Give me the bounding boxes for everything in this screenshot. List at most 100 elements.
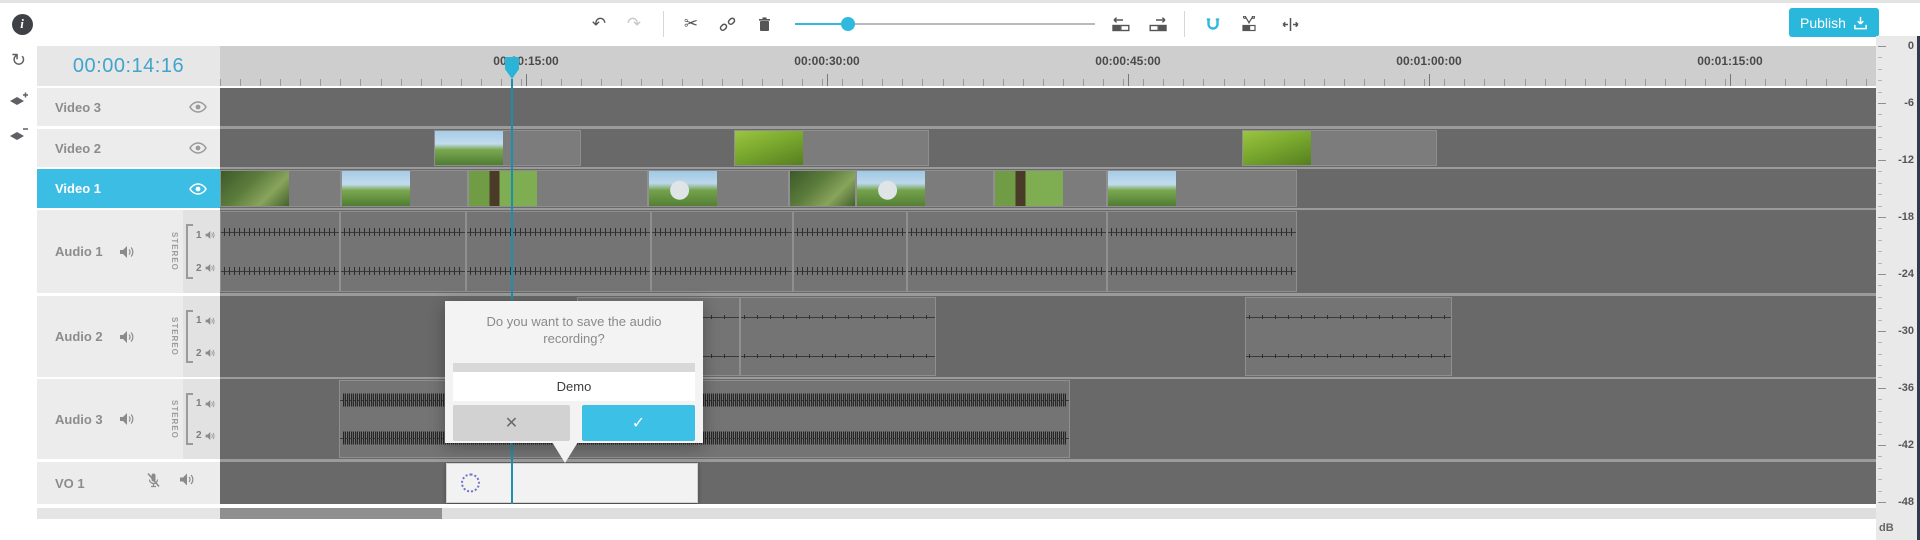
clip-thumbnail (469, 171, 537, 206)
toolbar-divider (1184, 11, 1185, 37)
track-header-video3[interactable]: Video 3 (37, 88, 220, 126)
speaker-icon[interactable] (179, 473, 194, 494)
timeline-clip[interactable] (793, 211, 907, 292)
split-icon[interactable] (1234, 9, 1264, 39)
ruler-timecode-label: 00:01:15:00 (1697, 54, 1762, 68)
eye-icon[interactable] (189, 142, 207, 154)
timeline-clip[interactable] (789, 170, 856, 207)
publish-button[interactable]: Publish (1789, 8, 1879, 37)
timeline-clip[interactable] (468, 170, 648, 207)
channel-speaker-icon[interactable] (205, 264, 215, 273)
dialog-cancel-button[interactable]: ✕ (453, 405, 570, 441)
ruler-timecode-label: 00:00:45:00 (1095, 54, 1160, 68)
undo-button[interactable]: ↶ (584, 9, 614, 39)
track-body-video2[interactable] (220, 129, 1876, 167)
info-icon[interactable]: i (7, 9, 37, 39)
ruler[interactable]: 00:00:15:0000:00:30:0000:00:45:0000:01:0… (220, 46, 1876, 86)
confirm-icon: ✓ (632, 415, 645, 432)
timeline-clip[interactable] (341, 170, 468, 207)
trim-icon[interactable] (1275, 9, 1305, 39)
track-header-audio1[interactable]: Audio 1STEREO12 (37, 210, 220, 293)
ruler-timecode-label: 00:00:15:00 (493, 54, 558, 68)
channel-panel: 12 (183, 296, 220, 377)
audio-waveform (470, 228, 647, 236)
timeline-clip[interactable] (1245, 297, 1452, 376)
channel-speaker-icon[interactable] (205, 349, 215, 358)
clip-thumbnail (342, 171, 410, 206)
db-scale-label: -12 (1898, 154, 1914, 166)
dialog-confirm-button[interactable]: ✓ (582, 405, 695, 441)
timeline-clip[interactable] (994, 170, 1107, 207)
timeline-clip[interactable] (907, 211, 1107, 292)
db-scale-label: -48 (1898, 496, 1914, 508)
dialog-progress-bar (453, 363, 695, 372)
timeline-zoom-slider[interactable] (795, 9, 1095, 39)
audio-waveform (224, 228, 336, 236)
unlink-icon[interactable] (712, 9, 742, 39)
track-label: VO 1 (55, 476, 85, 491)
track-header-vo1[interactable]: VO 1 (37, 462, 220, 504)
eye-icon[interactable] (189, 101, 207, 113)
timeline-clip[interactable] (220, 170, 341, 207)
channel-speaker-icon[interactable] (205, 316, 215, 325)
timeline-clip[interactable] (340, 211, 466, 292)
zoom-slider-knob[interactable] (841, 17, 855, 31)
track-header-video1[interactable]: Video 1 (37, 169, 220, 208)
channel-speaker-icon[interactable] (205, 399, 215, 408)
speaker-icon[interactable] (119, 245, 134, 259)
cut-button[interactable]: ✂ (676, 9, 706, 39)
timeline-clip[interactable] (466, 211, 651, 292)
speaker-icon[interactable] (119, 330, 134, 344)
clip-thumbnail (221, 171, 289, 206)
channel-row: 1 (196, 228, 220, 242)
db-scale-label: -6 (1904, 97, 1914, 109)
stereo-label: STEREO (170, 232, 179, 271)
track-body-vo1[interactable] (220, 462, 1876, 504)
mic-muted-icon[interactable] (146, 473, 161, 494)
timeline-clip[interactable] (1107, 211, 1297, 292)
recording-name-input[interactable] (453, 372, 695, 401)
timeline-clip[interactable] (740, 297, 936, 376)
timeline-clip[interactable] (446, 463, 698, 503)
timeline-clip[interactable] (1242, 130, 1437, 166)
track-header-audio2[interactable]: Audio 2STEREO12 (37, 296, 220, 377)
timeline-clip[interactable] (434, 130, 581, 166)
timeline-clip[interactable] (1107, 170, 1297, 207)
timeline-clip[interactable] (220, 211, 340, 292)
db-scale-label: -24 (1898, 268, 1914, 280)
horizontal-scrollbar[interactable] (220, 508, 1876, 519)
redo-button[interactable]: ↷ (619, 9, 649, 39)
db-scale-label: -42 (1898, 439, 1914, 451)
timeline-clip[interactable] (734, 130, 929, 166)
scrollbar-thumb[interactable] (220, 508, 442, 519)
jump-forward-icon[interactable] (1143, 9, 1173, 39)
track-label: Audio 3 (55, 412, 103, 427)
scrollbar-header-cell (37, 508, 220, 519)
timeline-clip[interactable] (651, 211, 793, 292)
track-label: Video 1 (55, 181, 101, 196)
stereo-bracket-icon (186, 310, 193, 363)
track-body-audio1[interactable] (220, 210, 1876, 293)
jump-back-icon[interactable] (1106, 9, 1136, 39)
snap-magnet-icon[interactable] (1198, 9, 1228, 39)
channel-speaker-icon[interactable] (205, 231, 215, 240)
clip-thumbnail (649, 171, 717, 206)
clip-thumbnail (735, 131, 803, 165)
eye-icon[interactable] (189, 183, 207, 195)
remove-track-icon[interactable] (5, 121, 32, 147)
rotate-icon[interactable]: ↻ (5, 47, 32, 73)
channel-speaker-icon[interactable] (205, 431, 215, 440)
track-body-video1[interactable] (220, 169, 1876, 208)
timeline-clip[interactable] (856, 170, 994, 207)
track-body-video3[interactable] (220, 88, 1876, 126)
channel-panel: 12 (183, 379, 220, 459)
channel-number: 1 (196, 398, 202, 409)
timeline-clip[interactable] (648, 170, 789, 207)
speaker-icon[interactable] (119, 412, 134, 426)
track-header-video2[interactable]: Video 2 (37, 129, 220, 167)
track-header-audio3[interactable]: Audio 3STEREO12 (37, 379, 220, 459)
db-scale-label: -18 (1898, 211, 1914, 223)
delete-icon[interactable] (749, 9, 779, 39)
channel-row: 2 (196, 429, 220, 443)
add-track-icon[interactable] (5, 87, 32, 113)
